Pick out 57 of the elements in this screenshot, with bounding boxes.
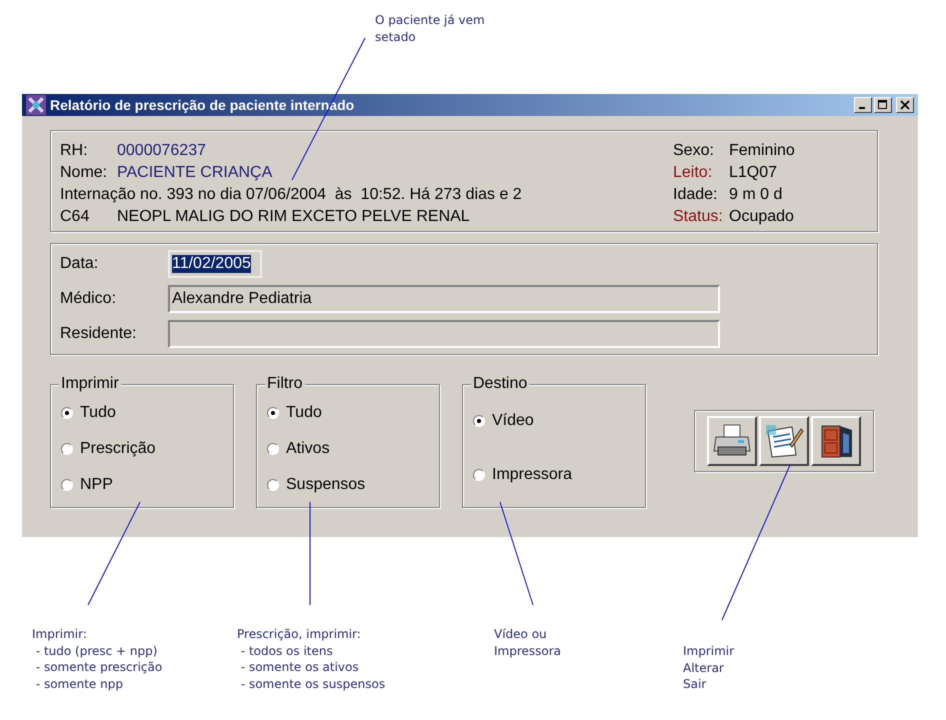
annotation-text: Imprimir (683, 643, 734, 660)
radio-option[interactable]: Prescrição (61, 437, 223, 461)
field-value: 0000076237 (117, 142, 206, 160)
input-field[interactable] (168, 320, 720, 348)
minimize-button[interactable] (854, 97, 872, 113)
field-label: Leito: (673, 164, 714, 182)
edit-button[interactable] (759, 416, 809, 466)
annotation-text: Prescrição, imprimir: (237, 626, 362, 642)
maximize-button[interactable] (874, 97, 892, 113)
annotation-text: Imprimir: (32, 626, 88, 642)
annotation-text: setado (375, 28, 417, 45)
field-label: Residente: (60, 324, 138, 343)
radio-option[interactable]: Impressora (473, 463, 635, 487)
radio-option[interactable]: Tudo (267, 401, 429, 425)
field-value: Feminino (729, 142, 795, 160)
radio-option[interactable]: Ativos (267, 437, 429, 461)
field-label: Sexo: (673, 142, 715, 160)
print-button[interactable] (707, 416, 757, 466)
field-value: PACIENTE CRIANÇA (117, 164, 272, 182)
annotation-text: O paciente já vem (375, 12, 485, 28)
radio-option[interactable]: Suspensos (267, 473, 429, 497)
field-label: Data: (60, 255, 100, 274)
input-field[interactable]: 11/02/2005 (168, 250, 262, 278)
field-label: RH: (60, 142, 89, 160)
annotation-text: Impressora (494, 642, 562, 659)
annotation-text: - somente os suspensos (240, 676, 386, 692)
window-title: Relatório de prescrição de paciente internado (50, 97, 354, 113)
app-icon (26, 95, 46, 115)
close-button[interactable] (896, 97, 914, 113)
field-value: Ocupado (729, 208, 794, 226)
field-value: L1Q07 (729, 164, 778, 182)
close-icon (900, 100, 910, 110)
field-label: Idade: (673, 186, 718, 204)
admission-text: Internação no. 393 no dia 07/06/2004 às 10:52. Há 273 dias e 2 (60, 186, 522, 204)
exit-button[interactable] (811, 416, 861, 466)
annotation-text: - somente npp (34, 676, 124, 692)
radio-option[interactable]: Vídeo (473, 409, 635, 433)
maximize-icon (878, 100, 888, 110)
input-field[interactable]: Alexandre Pediatria (168, 285, 720, 313)
radio-option[interactable]: Tudo (61, 401, 223, 425)
minimize-icon (859, 107, 865, 109)
annotation-text: - somente prescrição (34, 659, 162, 676)
annotation-text: Alterar (683, 660, 725, 676)
notepad-pencil-icon (764, 423, 804, 459)
field-label: Status: (673, 208, 724, 226)
diagnosis-code: C64 (60, 208, 90, 226)
annotation-text: Vídeo ou (494, 626, 548, 642)
group-title: Imprimir (59, 375, 121, 393)
annotation-text: - tudo (presc + npp) (34, 642, 158, 659)
field-label: Nome: (60, 164, 108, 182)
field-label: Médico: (60, 290, 118, 308)
annotation-text: - todos os itens (240, 642, 334, 659)
field-value: 9 m 0 d (729, 186, 782, 204)
radio-option[interactable]: NPP (61, 473, 223, 497)
annotation-text: Sair (683, 676, 708, 692)
diagnosis-text: NEOPL MALIG DO RIM EXCETO PELVE RENAL (117, 208, 470, 226)
annotation-text: - somente os ativos (240, 659, 360, 676)
